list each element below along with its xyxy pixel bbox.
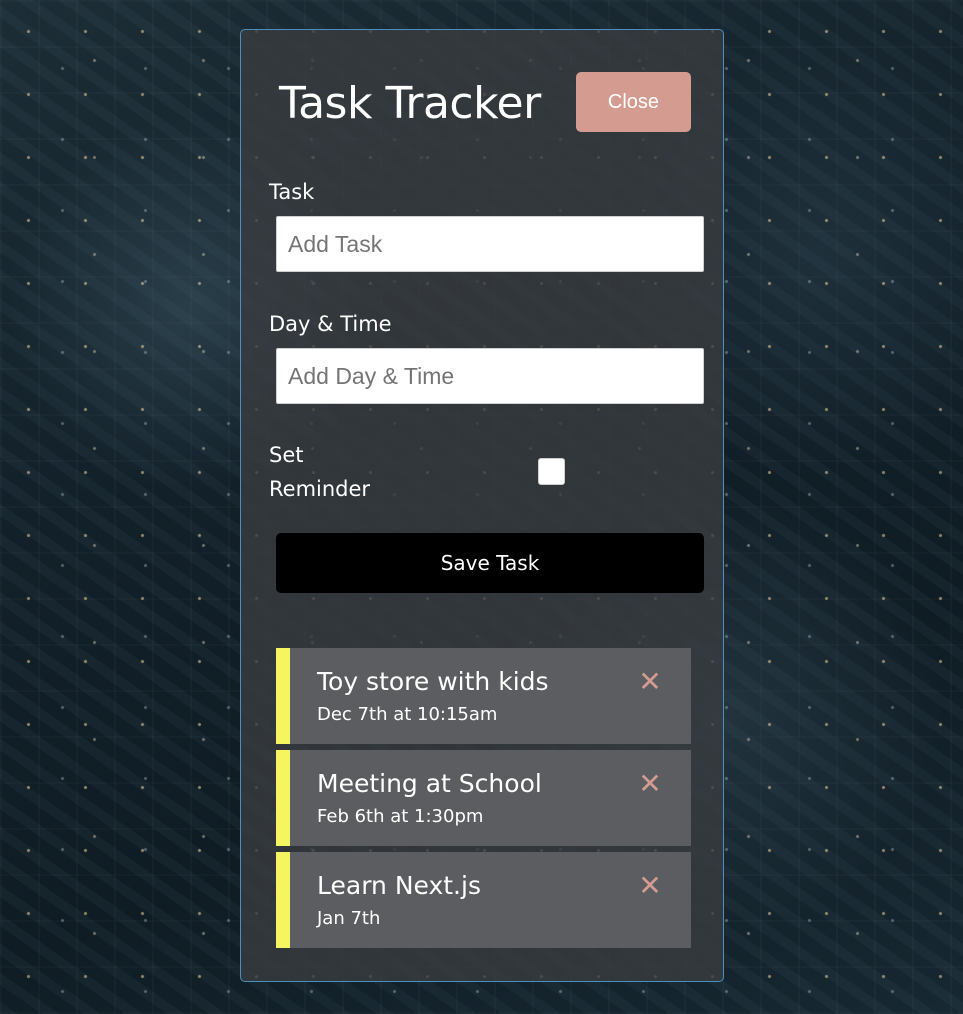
task-day: Feb 6th at 1:30pm [317, 806, 484, 827]
reminder-label-line2: Reminder [269, 477, 371, 501]
task-input[interactable] [276, 216, 704, 272]
reminder-label-line1: Set [269, 443, 304, 467]
times-icon[interactable]: ✕ [638, 768, 662, 800]
task-label: Task [269, 180, 315, 204]
task-day: Dec 7th at 10:15am [317, 704, 498, 725]
day-time-input[interactable] [276, 348, 704, 404]
task-title: Toy store with kids [317, 667, 549, 696]
task-title: Learn Next.js [317, 871, 481, 900]
reminder-label: Set Reminder [269, 438, 370, 506]
header: Task Tracker Close [279, 72, 691, 132]
task-title: Meeting at School [317, 769, 542, 798]
save-task-button[interactable]: Save Task [276, 533, 704, 593]
task-tracker-panel: Task Tracker Close Task Day & Time Set R… [240, 29, 724, 982]
day-time-label: Day & Time [269, 312, 392, 336]
close-button[interactable]: Close [576, 72, 691, 132]
task-day: Jan 7th [317, 908, 381, 929]
task-item[interactable]: Meeting at School Feb 6th at 1:30pm ✕ [276, 750, 691, 846]
times-icon[interactable]: ✕ [638, 666, 662, 698]
times-icon[interactable]: ✕ [638, 870, 662, 902]
reminder-checkbox[interactable] [538, 458, 565, 485]
task-item[interactable]: Toy store with kids Dec 7th at 10:15am ✕ [276, 648, 691, 744]
page-title: Task Tracker [279, 78, 541, 129]
task-item[interactable]: Learn Next.js Jan 7th ✕ [276, 852, 691, 948]
task-list: Toy store with kids Dec 7th at 10:15am ✕… [276, 648, 691, 954]
